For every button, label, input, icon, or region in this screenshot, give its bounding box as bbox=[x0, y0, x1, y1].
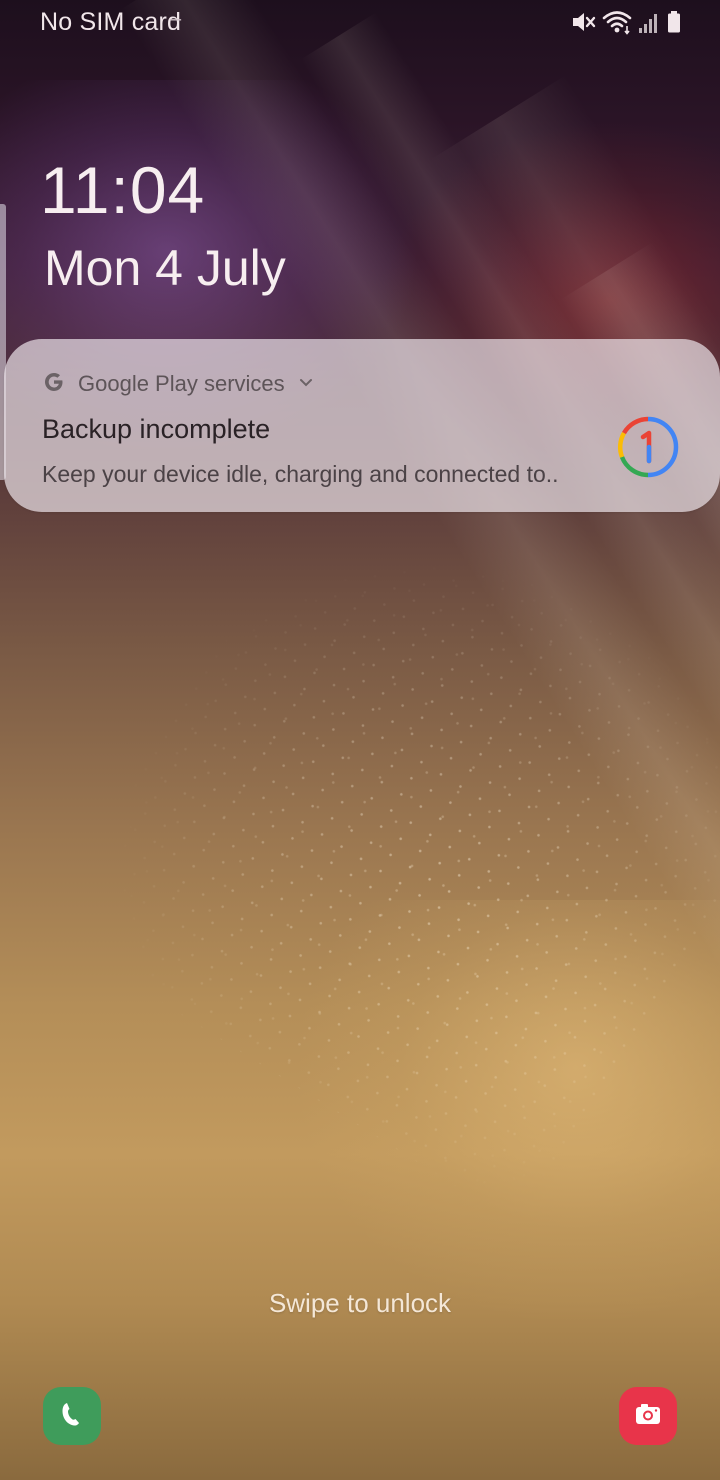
notification-header: Google Play services bbox=[42, 369, 315, 399]
notification-title: Backup incomplete bbox=[42, 414, 271, 444]
phone-icon bbox=[57, 1399, 87, 1434]
clock-date: Mon 4 July bbox=[44, 240, 286, 296]
carrier-separator: – bbox=[170, 8, 182, 30]
wallpaper-beam bbox=[300, 12, 720, 1333]
signal-icon bbox=[638, 9, 660, 35]
wallpaper-glow-gold bbox=[300, 900, 720, 1320]
notification-app-name: Google Play services bbox=[78, 371, 285, 396]
status-icons bbox=[570, 8, 682, 36]
mute-icon bbox=[570, 9, 596, 35]
google-one-icon bbox=[616, 415, 680, 479]
phone-shortcut-button[interactable] bbox=[43, 1387, 101, 1445]
wallpaper-sparkles bbox=[35, 448, 720, 1232]
notification-text: Keep your device idle, charging and conn… bbox=[42, 461, 559, 487]
carrier-label: No SIM card bbox=[40, 8, 182, 36]
battery-icon bbox=[666, 9, 682, 35]
wallpaper-beam bbox=[430, 75, 720, 1433]
lock-screen[interactable]: No SIM card – 11:04 Mon 4 July Google Pl… bbox=[0, 0, 720, 1480]
chevron-down-icon[interactable] bbox=[297, 373, 315, 396]
status-bar: No SIM card – bbox=[0, 0, 720, 44]
google-g-icon bbox=[42, 370, 66, 399]
wallpaper-beam bbox=[120, 0, 720, 1283]
clock-time: 11:04 bbox=[40, 153, 206, 227]
swipe-to-unlock-hint: Swipe to unlock bbox=[268, 1288, 452, 1318]
notification-card[interactable]: Google Play services Backup incomplete K… bbox=[4, 339, 720, 512]
camera-shortcut-button[interactable] bbox=[619, 1387, 677, 1445]
wifi-icon bbox=[602, 9, 632, 35]
camera-icon bbox=[632, 1398, 664, 1435]
